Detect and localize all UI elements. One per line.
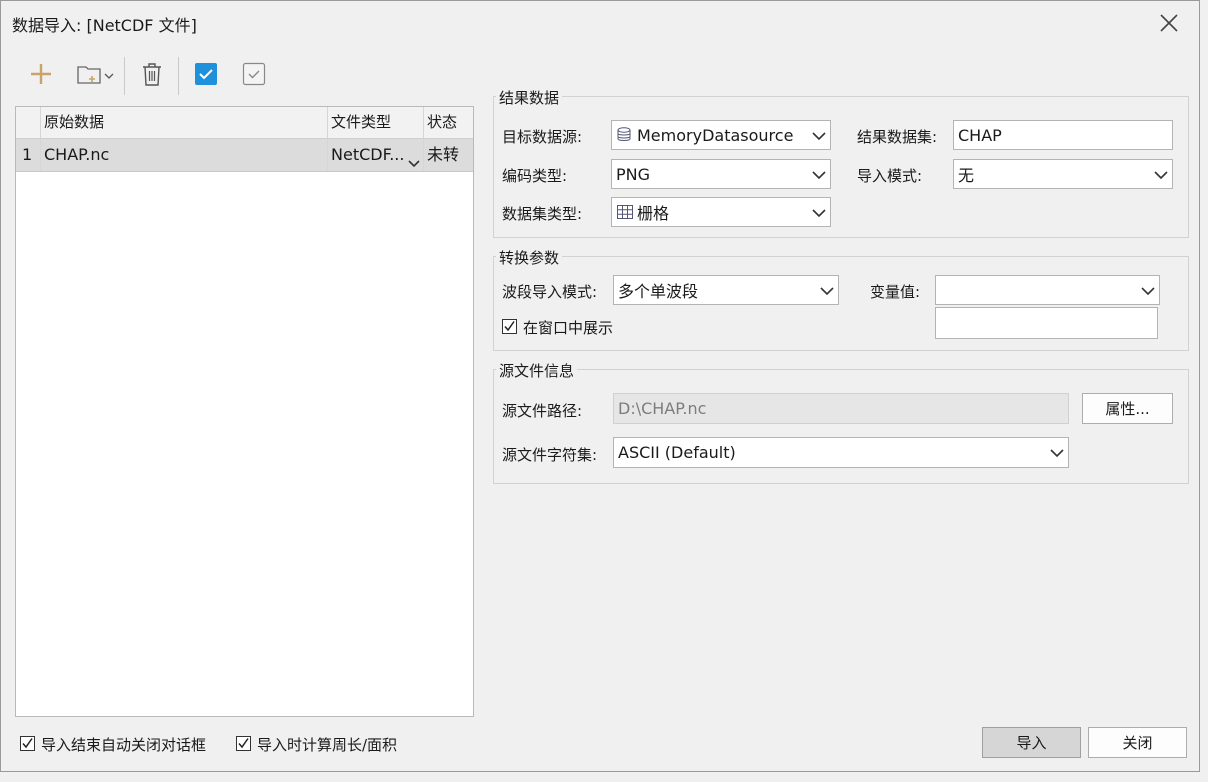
import-mode-label: 导入模式: bbox=[857, 167, 923, 185]
checkbox-outline-icon bbox=[242, 62, 266, 90]
import-dialog: 数据导入: [NetCDF 文件] 原始数据 文件类型 状态 1 CHAP.nc… bbox=[0, 0, 1200, 772]
add-folder-icon bbox=[76, 62, 102, 90]
toolbar-separator bbox=[124, 57, 125, 95]
close-icon[interactable] bbox=[1158, 12, 1180, 34]
chevron-down-icon[interactable] bbox=[408, 149, 420, 171]
delete-button[interactable] bbox=[138, 59, 166, 93]
header-index bbox=[16, 107, 41, 138]
target-datasource-label: 目标数据源: bbox=[502, 128, 583, 146]
plus-icon bbox=[29, 62, 53, 90]
show-in-window-checkbox[interactable] bbox=[502, 319, 517, 334]
close-button[interactable]: 关闭 bbox=[1088, 727, 1187, 758]
chevron-down-icon[interactable] bbox=[812, 167, 826, 181]
convert-params-group-title: 转换参数 bbox=[496, 247, 563, 268]
chevron-down-icon[interactable] bbox=[812, 128, 826, 142]
variable-label: 变量值: bbox=[870, 283, 921, 301]
datasource-icon bbox=[616, 126, 634, 144]
add-folder-button[interactable] bbox=[71, 59, 119, 93]
auto-close-checkbox[interactable] bbox=[20, 736, 35, 751]
row-file-type[interactable]: NetCDF... bbox=[328, 139, 424, 171]
variable-combo[interactable] bbox=[935, 275, 1160, 305]
source-charset-label: 源文件字符集: bbox=[502, 446, 598, 464]
row-index: 1 bbox=[16, 139, 41, 171]
header-file-type[interactable]: 文件类型 bbox=[328, 107, 424, 138]
auto-close-label[interactable]: 导入结束自动关闭对话框 bbox=[41, 734, 206, 755]
select-inverse-button[interactable] bbox=[240, 59, 268, 93]
add-file-button[interactable] bbox=[27, 59, 55, 93]
header-source-data[interactable]: 原始数据 bbox=[41, 107, 328, 138]
row-file-type-value: NetCDF... bbox=[331, 145, 405, 164]
encode-type-value: PNG bbox=[616, 164, 651, 184]
dataset-type-value: 栅格 bbox=[637, 204, 670, 223]
show-in-window-label[interactable]: 在窗口中展示 bbox=[523, 317, 613, 338]
chevron-down-icon[interactable] bbox=[1154, 167, 1168, 181]
dataset-type-combo[interactable]: 栅格 bbox=[611, 197, 831, 227]
result-dataset-input[interactable]: CHAP bbox=[953, 120, 1173, 150]
dialog-title: 数据导入: [NetCDF 文件] bbox=[12, 16, 197, 35]
result-data-group-title: 结果数据 bbox=[496, 87, 563, 108]
import-mode-combo[interactable]: 无 bbox=[953, 159, 1173, 189]
table-row[interactable]: 1 CHAP.nc NetCDF... 未转 bbox=[16, 139, 473, 172]
select-all-button[interactable] bbox=[192, 59, 220, 93]
chevron-down-icon bbox=[104, 67, 114, 85]
chevron-down-icon[interactable] bbox=[1050, 445, 1064, 459]
chevron-down-icon[interactable] bbox=[812, 205, 826, 219]
row-source-data[interactable]: CHAP.nc bbox=[41, 139, 328, 171]
header-status[interactable]: 状态 bbox=[424, 107, 473, 138]
raster-grid-icon bbox=[616, 203, 634, 221]
encode-type-combo[interactable]: PNG bbox=[611, 159, 831, 189]
target-datasource-value: MemoryDatasource bbox=[637, 125, 794, 145]
result-dataset-label: 结果数据集: bbox=[857, 128, 938, 146]
import-button[interactable]: 导入 bbox=[982, 727, 1081, 758]
file-grid: 原始数据 文件类型 状态 1 CHAP.nc NetCDF... 未转 bbox=[15, 106, 474, 717]
result-dataset-value: CHAP bbox=[958, 125, 1002, 145]
chevron-down-icon[interactable] bbox=[1141, 283, 1155, 297]
checkbox-checked-icon bbox=[194, 62, 218, 90]
band-mode-value: 多个单波段 bbox=[618, 282, 699, 301]
grid-header: 原始数据 文件类型 状态 bbox=[16, 107, 473, 139]
calc-perimeter-label[interactable]: 导入时计算周长/面积 bbox=[257, 734, 397, 755]
dataset-type-label: 数据集类型: bbox=[502, 205, 583, 223]
band-mode-combo[interactable]: 多个单波段 bbox=[613, 275, 839, 305]
properties-button[interactable]: 属性... bbox=[1082, 393, 1173, 424]
source-charset-value: ASCII (Default) bbox=[618, 443, 736, 462]
chevron-down-icon[interactable] bbox=[820, 283, 834, 297]
source-path-value: D:\CHAP.nc bbox=[618, 399, 707, 418]
variable-list-box[interactable] bbox=[935, 307, 1158, 339]
encode-type-label: 编码类型: bbox=[502, 167, 568, 185]
source-info-group-title: 源文件信息 bbox=[496, 360, 578, 381]
trash-icon bbox=[140, 61, 164, 91]
source-path-input: D:\CHAP.nc bbox=[613, 393, 1069, 424]
calc-perimeter-checkbox[interactable] bbox=[236, 736, 251, 751]
source-path-label: 源文件路径: bbox=[502, 402, 583, 420]
band-mode-label: 波段导入模式: bbox=[502, 283, 598, 301]
row-status: 未转 bbox=[427, 145, 460, 164]
import-mode-value: 无 bbox=[958, 166, 975, 185]
target-datasource-combo[interactable]: MemoryDatasource bbox=[611, 120, 831, 150]
source-charset-combo[interactable]: ASCII (Default) bbox=[613, 437, 1069, 468]
toolbar-separator bbox=[178, 57, 179, 95]
